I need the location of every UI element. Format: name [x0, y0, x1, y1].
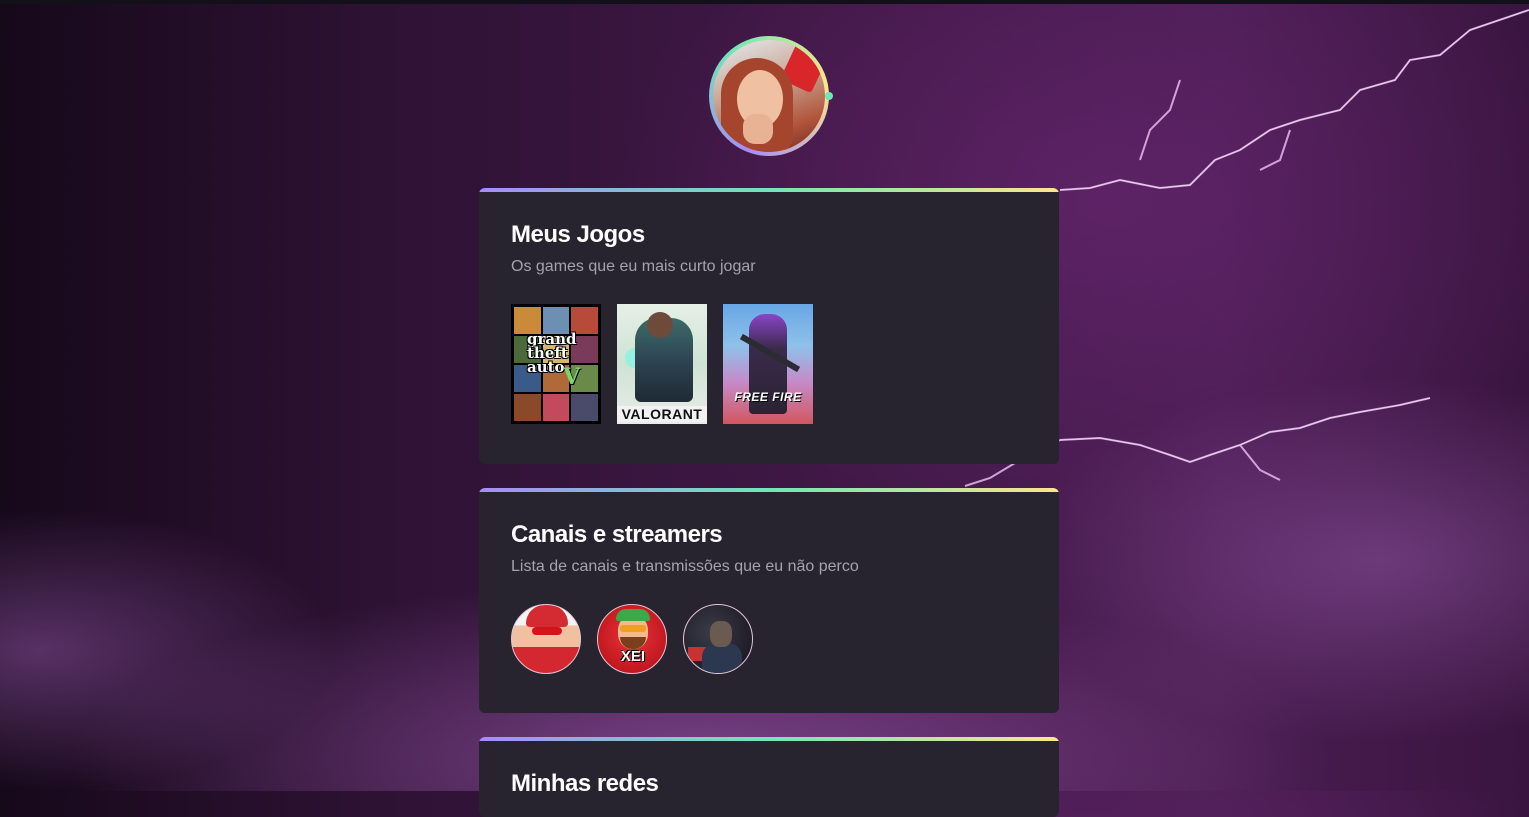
avatar-status-dot	[825, 92, 833, 100]
channels-list: XEI	[511, 604, 753, 674]
games-list: grand theft auto V VALORANT FREE FIRE	[511, 304, 813, 424]
gta-logo-numeral: V	[563, 364, 581, 390]
channels-subtitle: Lista de canais e transmissões que eu nã…	[511, 558, 859, 575]
game-valorant[interactable]: VALORANT	[617, 304, 707, 424]
game-gta-v[interactable]: grand theft auto V	[511, 304, 601, 424]
channel-avatar-2[interactable]: XEI	[597, 604, 667, 674]
channels-card: Canais e streamers Lista de canais e tra…	[479, 488, 1059, 713]
valorant-logo-text: VALORANT	[617, 406, 707, 422]
profile-photo	[713, 40, 825, 152]
channel-avatar-3[interactable]	[683, 604, 753, 674]
games-subtitle: Os games que eu mais curto jogar	[511, 258, 756, 275]
profile-avatar	[709, 36, 829, 156]
channel-2-logo-text: XEI	[620, 648, 646, 665]
games-card: Meus Jogos Os games que eu mais curto jo…	[479, 188, 1059, 464]
channel-avatar-1[interactable]	[511, 604, 581, 674]
social-card: Minhas redes	[479, 737, 1059, 817]
games-title: Meus Jogos	[511, 221, 645, 248]
channels-title: Canais e streamers	[511, 521, 723, 548]
social-title: Minhas redes	[511, 770, 659, 797]
game-free-fire[interactable]: FREE FIRE	[723, 304, 813, 424]
free-fire-logo-text: FREE FIRE	[734, 390, 802, 404]
